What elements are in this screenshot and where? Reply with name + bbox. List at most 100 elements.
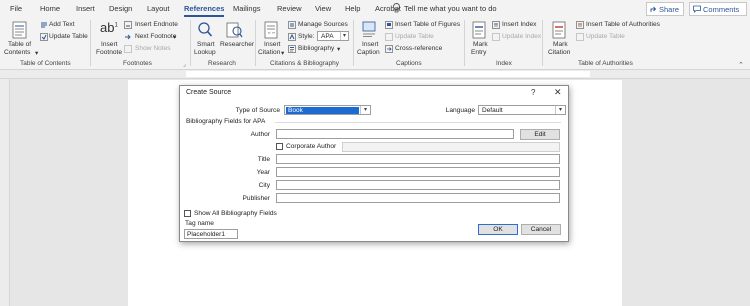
author-label: Author	[250, 131, 270, 138]
city-field[interactable]	[276, 180, 560, 190]
mark-citation-icon	[552, 21, 566, 39]
researcher-label: Researcher	[220, 41, 255, 48]
group-separator	[353, 20, 354, 66]
chevron-down-icon: ▾	[35, 50, 39, 57]
tab-review[interactable]: Review	[277, 4, 302, 13]
insert-caption-label-1: Insert	[362, 41, 379, 48]
tab-file[interactable]: File	[10, 4, 22, 13]
mark-citation-label-1: Mark	[553, 41, 568, 48]
chevron-down-icon: ▾	[340, 32, 348, 40]
update-table-button[interactable]: Update Table	[49, 33, 88, 40]
year-label: Year	[256, 169, 270, 176]
insert-endnote-button[interactable]: Insert Endnote	[135, 21, 178, 28]
tab-help[interactable]: Help	[345, 4, 360, 13]
group-label-research: Research	[208, 60, 236, 67]
author-field[interactable]	[276, 129, 514, 139]
fields-heading: Bibliography Fields for APA	[186, 118, 266, 125]
show-notes-button[interactable]: Show Notes	[135, 45, 171, 52]
fields-group-divider	[275, 122, 561, 123]
insert-table-of-authorities-button[interactable]: Insert Table of Authorities	[586, 21, 660, 28]
corporate-author-label: Corporate Author	[286, 143, 337, 150]
insert-caption-label-2: Caption	[357, 49, 380, 56]
type-of-source-dropdown[interactable]: Book ▾	[284, 105, 371, 115]
captions-update-table-button[interactable]: Update Table	[395, 33, 434, 40]
group-label-toc: Table of Contents	[20, 60, 71, 67]
tab-layout[interactable]: Layout	[147, 4, 170, 13]
tab-home[interactable]: Home	[40, 4, 60, 13]
toc-label-2: Contents	[4, 49, 31, 56]
chevron-down-icon: ▾	[337, 46, 341, 53]
add-text-icon	[41, 22, 47, 28]
cross-reference-button[interactable]: Cross-reference	[395, 45, 442, 52]
chevron-down-icon: ▾	[360, 106, 370, 114]
footnotes-dialog-launcher-icon[interactable]: ⌟	[183, 61, 186, 68]
bibliography-icon	[288, 45, 296, 53]
year-field[interactable]	[276, 167, 560, 177]
researcher-icon	[226, 22, 243, 38]
footnote-label-1: Insert	[101, 41, 118, 48]
tab-references[interactable]: References	[184, 4, 224, 13]
show-all-fields-checkbox[interactable]	[184, 210, 191, 217]
chevron-down-icon: ▾	[555, 106, 565, 114]
ok-button[interactable]: OK	[478, 224, 518, 235]
tab-view[interactable]: View	[315, 4, 331, 13]
cancel-button[interactable]: Cancel	[521, 224, 561, 235]
mark-entry-icon	[472, 21, 486, 39]
comments-label: Comments	[703, 5, 740, 14]
create-source-dialog: Create Source ? ✕ Type of Source Book ▾ …	[179, 85, 569, 242]
horizontal-ruler[interactable]	[0, 70, 750, 79]
insert-citation-label-2: Citation	[258, 49, 281, 56]
title-label: Title	[257, 156, 270, 163]
smart-lookup-label-2: Lookup	[194, 49, 216, 56]
title-field[interactable]	[276, 154, 560, 164]
chevron-down-icon: ▾	[281, 50, 285, 57]
manage-sources-button[interactable]: Manage Sources	[298, 21, 348, 28]
search-icon	[198, 22, 213, 37]
ribbon-tab-bar: File Home Insert Design Layout Reference…	[0, 0, 750, 18]
language-value: Default	[482, 107, 503, 114]
group-label-authorities: Table of Authorities	[578, 60, 633, 67]
close-icon[interactable]: ✕	[554, 87, 562, 98]
update-table-icon	[576, 33, 584, 41]
tab-design[interactable]: Design	[109, 4, 132, 13]
table-of-authorities-icon	[576, 21, 584, 29]
insert-index-icon	[492, 21, 500, 29]
insert-table-of-figures-button[interactable]: Insert Table of Figures	[395, 21, 460, 28]
dialog-title: Create Source	[186, 89, 232, 96]
tab-mailings[interactable]: Mailings	[233, 4, 261, 13]
share-button[interactable]: Share	[646, 2, 684, 16]
publisher-field[interactable]	[276, 193, 560, 203]
group-separator	[190, 20, 191, 66]
bibliography-button[interactable]: Bibliography	[298, 45, 334, 52]
collapse-ribbon-icon[interactable]: ⌃	[738, 61, 744, 69]
mark-entry-label-2: Entry	[471, 49, 487, 56]
edit-author-button[interactable]: Edit	[520, 129, 560, 140]
insert-index-button[interactable]: Insert Index	[502, 21, 536, 28]
corporate-author-checkbox[interactable]	[276, 143, 283, 150]
add-text-button[interactable]: Add Text	[49, 21, 75, 28]
corporate-author-field[interactable]	[342, 142, 560, 152]
next-footnote-button[interactable]: Next Footnote	[135, 33, 176, 40]
vertical-ruler[interactable]	[0, 79, 10, 306]
comments-button[interactable]: Comments	[689, 2, 747, 16]
share-icon	[650, 6, 657, 12]
ribbon: Table of Contents ▾ Add Text Update Tabl…	[0, 18, 750, 70]
insert-endnote-icon	[124, 21, 132, 29]
group-label-citations: Citations & Bibliography	[270, 60, 340, 67]
language-dropdown[interactable]: Default ▾	[478, 105, 566, 115]
style-dropdown[interactable]: APA ▾	[317, 31, 349, 41]
group-separator	[542, 20, 543, 66]
tell-me-search[interactable]: Tell me what you want to do	[404, 4, 497, 13]
chevron-down-icon: ▾	[173, 34, 177, 41]
ruler-text-area	[186, 71, 590, 77]
update-index-button[interactable]: Update Index	[502, 33, 541, 40]
tag-name-field[interactable]: Placeholder1	[184, 229, 238, 239]
help-button[interactable]: ?	[531, 88, 535, 97]
tab-insert[interactable]: Insert	[76, 4, 95, 13]
insert-citation-icon: “ ”	[264, 21, 278, 39]
group-separator	[464, 20, 465, 66]
footnote-icon: ab1	[100, 20, 118, 35]
lightbulb-icon	[393, 3, 400, 13]
authorities-update-table-button[interactable]: Update Table	[586, 33, 625, 40]
publisher-label: Publisher	[242, 195, 271, 202]
